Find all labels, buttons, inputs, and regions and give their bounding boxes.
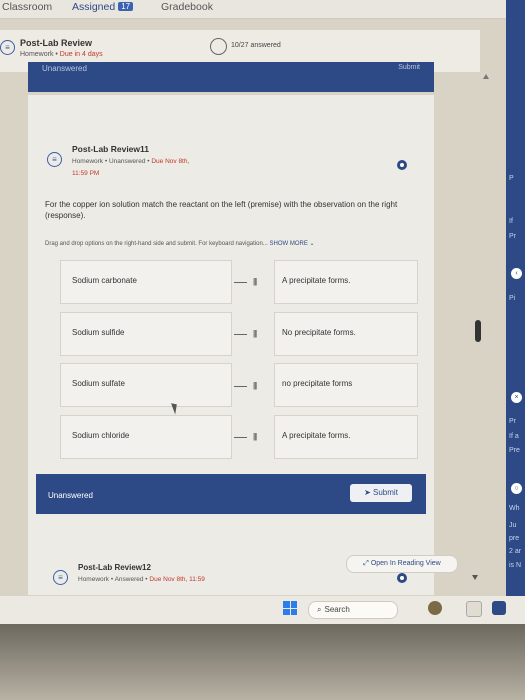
side-ring-icon[interactable]: ○ [511,483,522,494]
tab-assigned[interactable]: Assigned 17 [72,1,134,13]
side-text: is N [509,562,522,569]
premise-label: Sodium chloride [72,431,130,440]
assignment-title: Post-Lab Review [20,38,93,48]
submit-button[interactable]: ➤ Submit [350,484,412,502]
next-question-icon: ≡ [53,570,68,585]
response-2[interactable]: No precipitate forms. [274,312,418,356]
question-status: Unanswered [108,158,146,165]
answered-count: 10/27 answered [231,42,281,49]
footer-status: Unanswered [48,491,93,500]
side-text: P [509,175,514,182]
connector-4 [234,437,247,438]
tab-gradebook[interactable]: Gradebook [161,1,213,13]
tab-classroom[interactable]: Classroom [2,1,52,13]
weather-icon[interactable] [428,601,442,615]
question-type: Homework [72,158,104,165]
search-icon: ⌕ [317,605,322,614]
assignment-icon: ≡ [0,40,15,55]
next-due: Due Nov 8th, 11:59 [149,576,205,583]
assignment-type: Homework [20,51,54,58]
open-reading-view-button[interactable]: ⤢ Open In Reading View [346,555,458,573]
app-icon[interactable] [466,601,482,617]
side-badge-icon: ‹ [511,268,522,279]
scrollbar-thumb[interactable] [475,320,481,342]
side-text: Pr [509,233,516,240]
drag-handle-icon[interactable]: ||| [253,329,257,338]
show-more-label: SHOW MORE [269,241,308,247]
connector-1 [234,282,247,283]
scroll-up-arrow-icon[interactable] [483,74,489,79]
side-text: Pre [509,447,520,454]
windows-start-icon[interactable] [283,601,297,615]
response-1[interactable]: A precipitate forms. [274,260,418,304]
submit-label: Submit [373,488,398,497]
question-due: Due Nov 8th, [151,158,190,165]
reading-view-label: Open In Reading View [370,560,441,567]
taskbar [0,596,525,624]
next-status: Answered [114,576,144,583]
connector-3 [234,386,247,387]
drag-handle-icon[interactable]: ||| [253,381,257,390]
next-question-menu-icon[interactable] [397,573,407,583]
next-type: Homework [78,576,110,583]
instructions-text: Drag and drop options on the right-hand … [45,241,268,247]
assignment-due: Due in 4 days [59,51,103,58]
side-text: Ju [509,522,517,529]
next-question-meta: Homework • Answered • Due Nov 8th, 11:59 [78,576,205,583]
response-label: No precipitate forms. [282,328,356,337]
question-title: Post-Lab Review11 [72,144,150,154]
tab-assigned-label: Assigned [72,1,116,13]
question-prompt: For the copper ion solution match the re… [45,200,398,220]
premise-1: Sodium carbonate [60,260,232,304]
drag-handle-icon[interactable]: ||| [253,432,257,441]
premise-label: Sodium sulfide [72,328,125,337]
response-label: A precipitate forms. [282,431,351,440]
previous-question-bar: Unanswered Submit [28,62,434,92]
previous-submit-button[interactable]: Submit [398,64,420,71]
side-text: 2 ar [509,548,522,555]
premise-3: Sodium sulfate [60,363,232,407]
premise-label: Sodium sulfate [72,379,125,388]
side-text: If a [509,433,519,440]
scroll-down-arrow-icon[interactable] [472,575,478,580]
side-text: Pi [509,295,516,302]
side-text: If [509,218,513,225]
response-3[interactable]: no precipitate forms [274,363,418,407]
drag-instructions: Drag and drop options on the right-hand … [45,240,315,247]
next-question-title[interactable]: Post-Lab Review12 [78,563,151,572]
previous-status: Unanswered [42,64,87,73]
send-icon: ➤ [364,488,371,497]
response-label: no precipitate forms [282,379,353,388]
side-close-icon[interactable]: × [511,392,522,403]
progress-ring-icon [210,38,227,55]
question-due-time: 11:59 PM [72,170,100,177]
search-label: Search [324,605,350,614]
side-text: Wh [509,505,520,512]
monitor-bezel [0,624,525,700]
assignment-meta: Homework • Due in 4 days [20,51,103,58]
show-more-link[interactable]: SHOW MORE ⌄ [269,241,314,247]
connector-2 [234,334,247,335]
taskbar-search[interactable]: ⌕ Search [308,601,398,619]
question-icon: ≡ [47,152,62,167]
response-label: A precipitate forms. [282,276,351,285]
premise-label: Sodium carbonate [72,276,137,285]
drag-handle-icon[interactable]: ||| [253,277,257,286]
premise-4: Sodium chloride [60,415,232,459]
question-menu-icon[interactable] [397,160,407,170]
assigned-count-badge: 17 [118,2,134,11]
response-4[interactable]: A precipitate forms. [274,415,418,459]
app-icon[interactable] [492,601,506,615]
expand-icon: ⤢ [363,560,369,567]
side-text: pre [509,535,520,542]
question-meta: Homework • Unanswered • Due Nov 8th, [72,158,190,165]
premise-2: Sodium sulfide [60,312,232,356]
side-text: Pr [509,418,516,425]
top-nav: Classroom Assigned 17 Gradebook [0,0,525,19]
